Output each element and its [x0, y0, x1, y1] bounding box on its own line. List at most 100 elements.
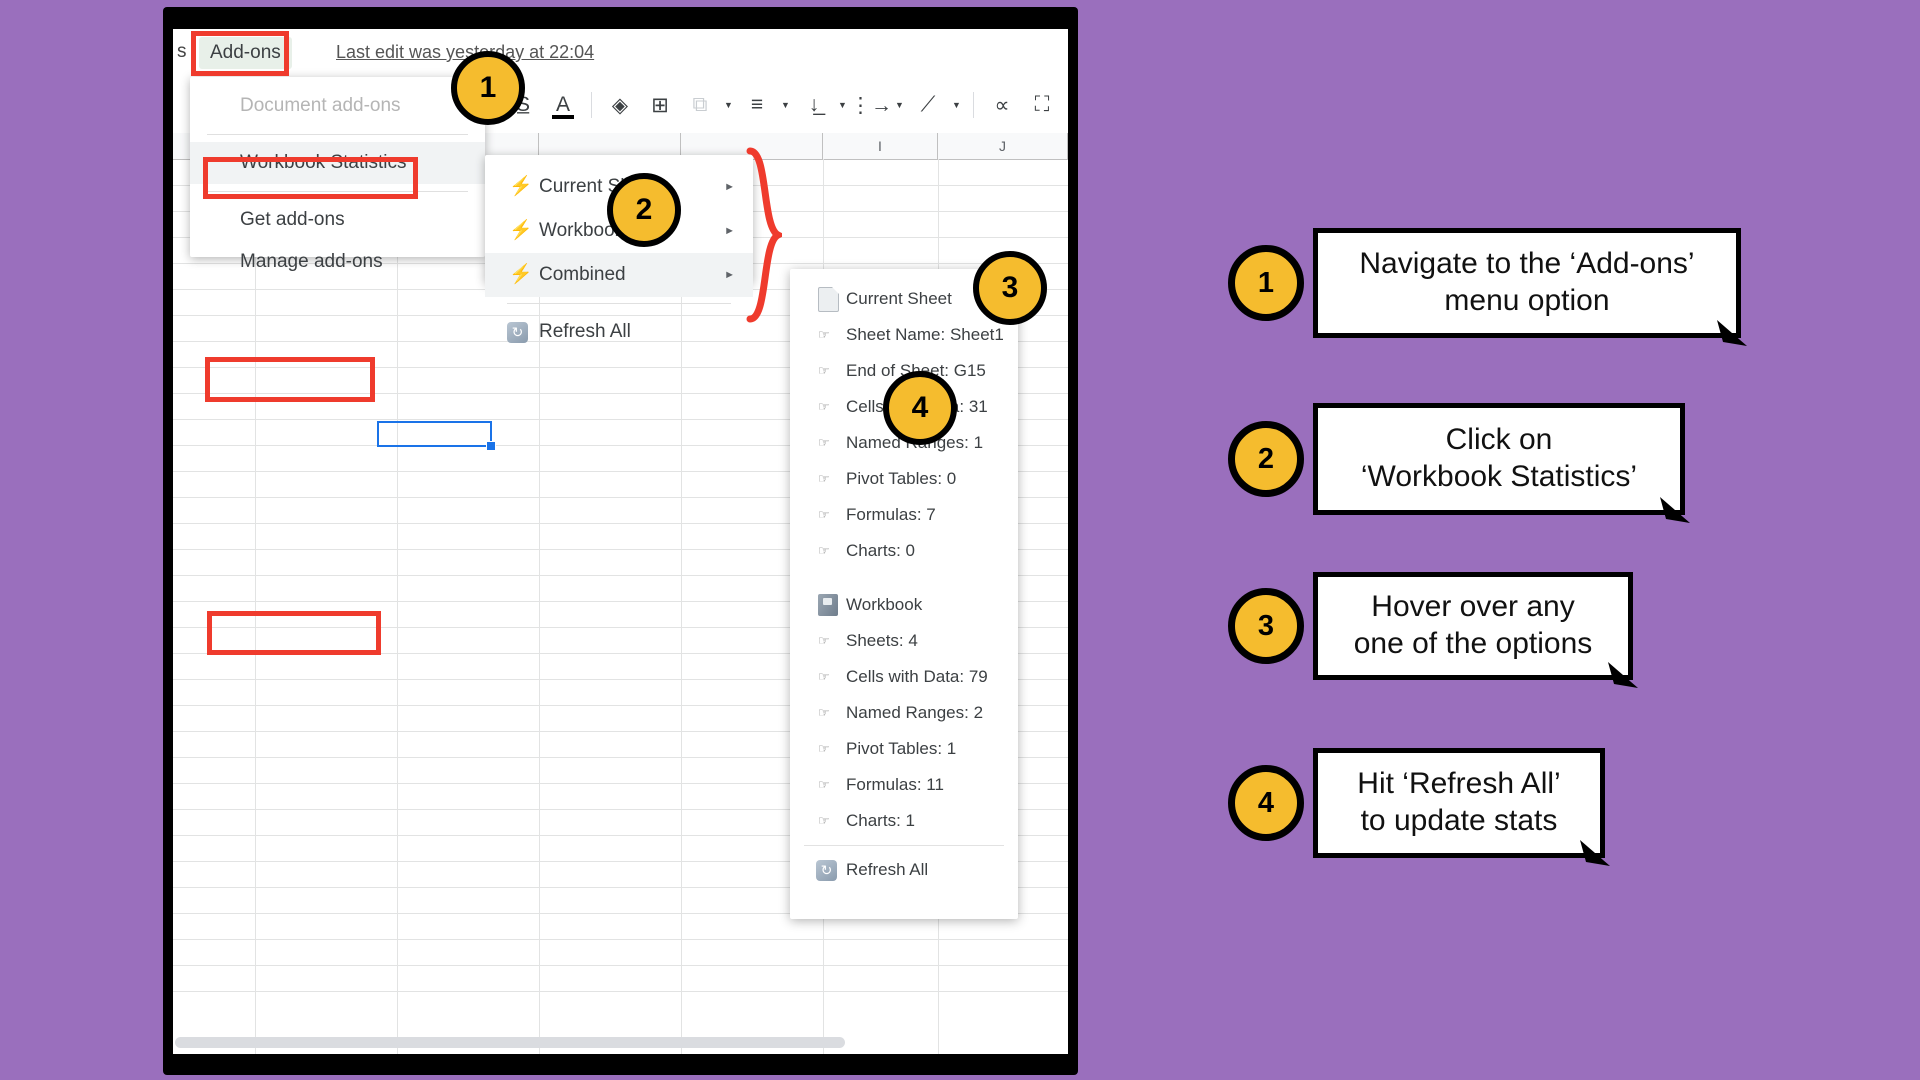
stats-row-label: Charts: 1 [846, 811, 915, 830]
stats-row-charts: ☞ Charts: 0 [790, 533, 1018, 569]
borders-icon[interactable]: ⊞ [640, 85, 680, 125]
menu-item-manage-addons[interactable]: Manage add-ons [190, 241, 485, 283]
vertical-align-icon[interactable]: ↓̲ [794, 85, 834, 125]
callout-box-4: Hit ‘Refresh All’ to update stats [1313, 748, 1605, 858]
stats-row-wb-cells-with-data: ☞ Cells with Data: 79 [790, 659, 1018, 695]
stats-row-label: Named Ranges: 2 [846, 703, 984, 722]
stats-refresh-all-button[interactable]: ↻ Refresh All [790, 850, 1018, 890]
stats-row-wb-sheets: ☞ Sheets: 4 [790, 623, 1018, 659]
pointing-hand-icon: ☞ [818, 669, 830, 684]
refresh-icon: ↻ [816, 850, 837, 890]
workbook-icon [818, 587, 838, 623]
menu-bar: s Add-ons Last edit was yesterday at 22:… [173, 29, 1068, 77]
stats-row-label: Formulas: 7 [846, 505, 936, 524]
stats-row-label: Pivot Tables: 0 [846, 469, 957, 488]
callout-tail-4 [1580, 840, 1610, 866]
callout-3: 3 Hover over any one of the options [1228, 572, 1638, 688]
callout-text-1: Navigate to the ‘Add-ons’ menu option [1359, 247, 1695, 317]
pointing-hand-icon: ☞ [818, 633, 830, 648]
callout-text-2: Click on ‘Workbook Statistics’ [1360, 423, 1638, 493]
submenu-refresh-all-button[interactable]: ↻ Refresh All [485, 310, 753, 354]
screenshot-frame: s Add-ons Last edit was yesterday at 22:… [163, 7, 1078, 1075]
merge-cells-icon[interactable]: ⧉ [680, 85, 720, 125]
menu-item-document-addons: Document add-ons [240, 95, 401, 116]
merge-cells-chevron-down-icon[interactable]: ▼ [720, 85, 737, 125]
highlight-box-submenu-refresh-all [205, 357, 375, 402]
submenu-item-combined[interactable]: ⚡ Combined ► [485, 253, 753, 297]
step-marker-1: 1 [451, 51, 525, 125]
column-header-i[interactable]: I [823, 133, 938, 159]
stats-row-label: Sheets: 4 [846, 631, 918, 650]
lightning-icon: ⚡ [509, 264, 533, 285]
stats-header-label: Workbook [846, 595, 923, 614]
submenu-item-label: Combined [539, 264, 626, 285]
menu-item-partial[interactable]: s [177, 41, 187, 63]
fill-color-icon[interactable]: ◈ [600, 85, 640, 125]
step-marker-3: 3 [973, 251, 1047, 325]
column-header-j[interactable]: J [938, 133, 1068, 159]
pointing-hand-icon: ☞ [818, 399, 830, 414]
pointing-hand-icon: ☞ [818, 471, 830, 486]
stats-divider [804, 845, 1004, 846]
vertical-align-chevron-down-icon[interactable]: ▼ [834, 85, 851, 125]
callout-text-3: Hover over any one of the options [1353, 590, 1593, 660]
step-marker-4: 4 [883, 371, 957, 445]
insert-comment-icon[interactable]: ⛶ [1022, 85, 1062, 125]
text-color-icon[interactable]: A [543, 85, 583, 125]
horizontal-scrollbar[interactable] [175, 1037, 845, 1048]
highlight-box-stats-refresh-all [207, 611, 381, 655]
pointing-hand-icon: ☞ [818, 327, 830, 342]
chevron-right-icon: ► [724, 225, 735, 237]
callout-badge-1: 1 [1228, 245, 1304, 321]
highlight-box-workbook-statistics [203, 157, 418, 199]
selected-cell[interactable] [377, 421, 492, 447]
grid-line [255, 159, 256, 1054]
stats-row-label: Cells with Data: 79 [846, 667, 988, 686]
stats-header-label: Current Sheet [846, 289, 952, 308]
insert-chart-icon[interactable]: ▦ [1062, 85, 1068, 125]
stats-row-wb-named-ranges: ☞ Named Ranges: 2 [790, 695, 1018, 731]
lightning-icon: ⚡ [509, 176, 533, 197]
highlight-brace-options [746, 147, 782, 323]
text-rotation-icon[interactable]: ⟋ [908, 85, 948, 125]
callout-box-3: Hover over any one of the options [1313, 572, 1633, 680]
text-wrapping-icon[interactable]: ⋮→ [850, 85, 892, 125]
callout-badge-4: 4 [1228, 765, 1304, 841]
grid-line [173, 939, 1068, 940]
horizontal-align-chevron-down-icon[interactable]: ▼ [777, 85, 794, 125]
stats-workbook-header: Workbook [790, 587, 1018, 623]
menu-item-get-addons[interactable]: Get add-ons [190, 199, 485, 241]
callout-box-1: Navigate to the ‘Add-ons’ menu option [1313, 228, 1741, 338]
stats-row-pivot-tables: ☞ Pivot Tables: 0 [790, 461, 1018, 497]
horizontal-align-icon[interactable]: ≡ [737, 85, 777, 125]
stats-row-wb-charts: ☞ Charts: 1 [790, 803, 1018, 839]
insert-link-icon[interactable]: ∝ [982, 85, 1022, 125]
sheet-icon [818, 281, 839, 317]
callout-box-2: Click on ‘Workbook Statistics’ [1313, 403, 1685, 515]
lightning-icon: ⚡ [509, 220, 533, 241]
spreadsheet-app: s Add-ons Last edit was yesterday at 22:… [173, 29, 1068, 1054]
submenu-refresh-all-label: Refresh All [539, 321, 631, 342]
menu-divider [207, 134, 468, 135]
stats-row-wb-pivot-tables: ☞ Pivot Tables: 1 [790, 731, 1018, 767]
callout-tail-1 [1717, 320, 1747, 346]
submenu-divider [507, 303, 731, 304]
callout-badge-2: 2 [1228, 421, 1304, 497]
pointing-hand-icon: ☞ [818, 705, 830, 720]
grid-line [173, 965, 1068, 966]
step-marker-2: 2 [607, 173, 681, 247]
pointing-hand-icon: ☞ [818, 813, 830, 828]
grid-line [173, 991, 1068, 992]
text-rotation-chevron-down-icon[interactable]: ▼ [948, 85, 965, 125]
selection-fill-handle[interactable] [486, 441, 496, 451]
pointing-hand-icon: ☞ [818, 363, 830, 378]
pointing-hand-icon: ☞ [818, 507, 830, 522]
stats-section-gap [790, 569, 1018, 587]
highlight-box-addons [191, 31, 289, 76]
callout-1: 1 Navigate to the ‘Add-ons’ menu option [1228, 228, 1747, 346]
text-wrapping-chevron-down-icon[interactable]: ▼ [891, 85, 908, 125]
stats-row-formulas: ☞ Formulas: 7 [790, 497, 1018, 533]
stats-row-label: Formulas: 11 [846, 775, 944, 794]
stats-row-label: Sheet Name: Sheet1 [846, 325, 1004, 344]
callout-text-4: Hit ‘Refresh All’ to update stats [1357, 767, 1561, 837]
